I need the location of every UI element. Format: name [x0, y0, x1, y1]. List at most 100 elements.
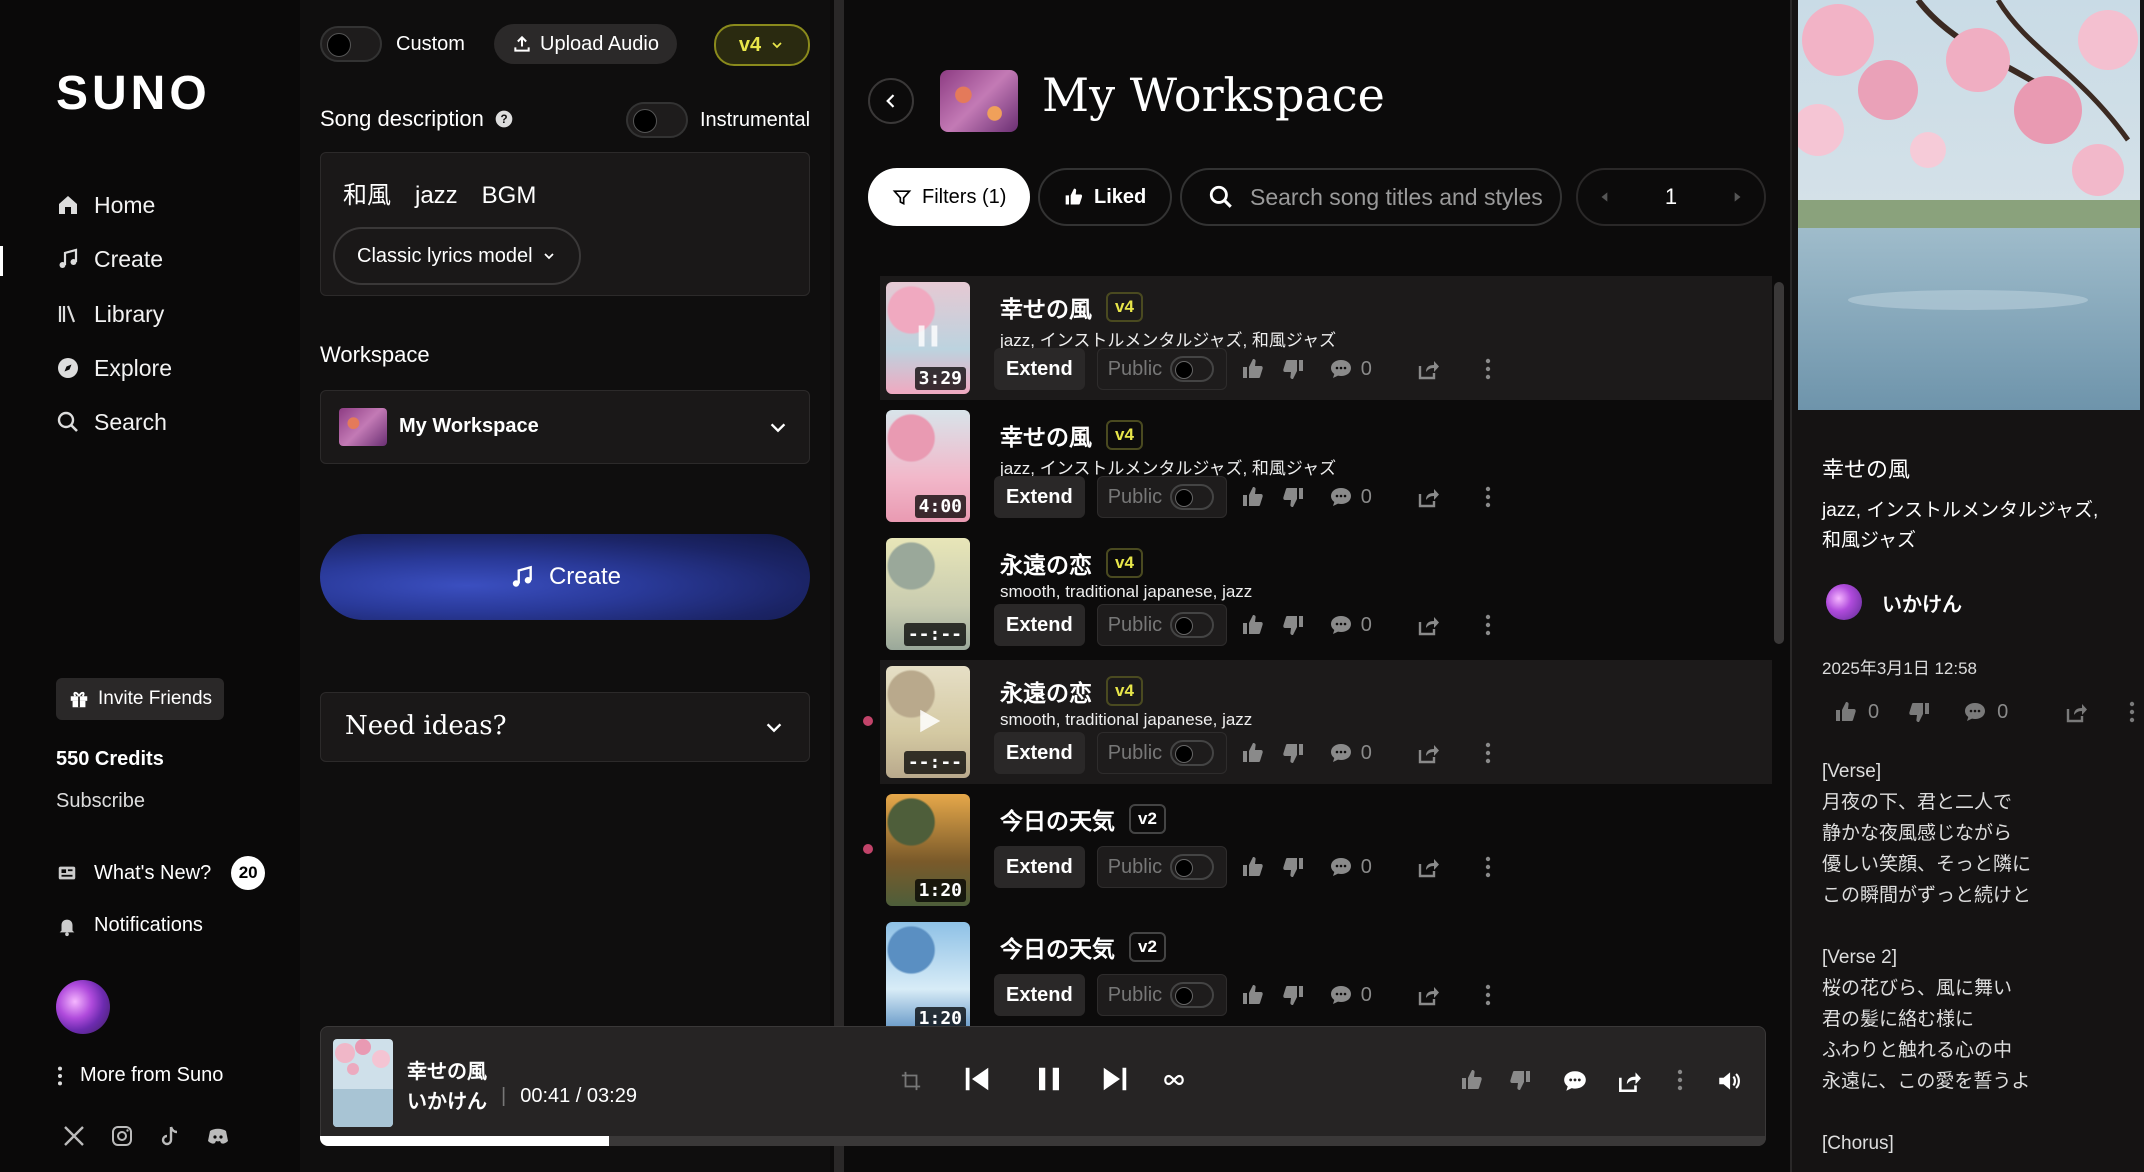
song-row[interactable]: 4:00 幸せの風 v4 jazz, インストルメンタルジャズ, 和風ジャズ E… [880, 404, 1772, 528]
song-title[interactable]: 今日の天気 [1000, 802, 1115, 836]
volume-icon[interactable] [1716, 1068, 1742, 1094]
public-toggle[interactable]: Public [1096, 348, 1227, 390]
player-cover-thumbnail[interactable] [333, 1039, 393, 1127]
lyrics-model-select[interactable]: Classic lyrics model [333, 227, 581, 285]
subscribe-link[interactable]: Subscribe [56, 790, 145, 813]
comment-icon[interactable] [1327, 483, 1355, 511]
loop-icon[interactable] [1162, 1068, 1186, 1092]
share-icon[interactable] [1414, 483, 1442, 511]
song-row[interactable]: --:-- 永遠の恋 v4 smooth, traditional japane… [880, 532, 1772, 656]
player-dislike-icon[interactable] [1508, 1068, 1532, 1092]
dislike-icon[interactable] [1279, 483, 1307, 511]
song-thumbnail[interactable]: --:-- [886, 538, 970, 650]
dislike-icon[interactable] [1279, 739, 1307, 767]
like-icon[interactable] [1239, 981, 1267, 1009]
discord-icon[interactable] [206, 1124, 230, 1148]
comment-icon[interactable] [1327, 355, 1355, 383]
song-list-scrollbar[interactable] [1774, 282, 1784, 644]
extend-button[interactable]: Extend [994, 732, 1085, 774]
detail-dislike-icon[interactable] [1905, 698, 1933, 726]
public-switch[interactable] [1170, 484, 1215, 510]
prev-page-icon[interactable] [1598, 190, 1612, 204]
comment-icon[interactable] [1327, 611, 1355, 639]
public-toggle[interactable]: Public [1096, 732, 1227, 774]
player-share-icon[interactable] [1616, 1068, 1642, 1094]
public-toggle[interactable]: Public [1096, 974, 1227, 1016]
public-switch[interactable] [1170, 854, 1215, 880]
invite-friends-button[interactable]: Invite Friends [56, 678, 225, 720]
panel-resize-handle[interactable] [834, 0, 844, 1172]
dislike-icon[interactable] [1279, 611, 1307, 639]
detail-username[interactable]: いかけん [1882, 588, 1962, 617]
dislike-icon[interactable] [1279, 981, 1307, 1009]
share-icon[interactable] [1414, 981, 1442, 1009]
like-icon[interactable] [1239, 611, 1267, 639]
more-options-icon[interactable] [1474, 853, 1502, 881]
extend-button[interactable]: Extend [994, 974, 1085, 1016]
like-icon[interactable] [1239, 483, 1267, 511]
nav-explore[interactable]: Explore [56, 350, 172, 386]
song-row[interactable]: 1:20 今日の天気 v2 Extend Public 0 [880, 916, 1772, 1040]
detail-comment-icon[interactable] [1961, 698, 1989, 726]
pause-icon[interactable] [1034, 1064, 1064, 1094]
extend-button[interactable]: Extend [994, 846, 1085, 888]
public-switch[interactable] [1170, 356, 1215, 382]
comment-icon[interactable] [1327, 853, 1355, 881]
notifications-button[interactable]: Notifications [56, 914, 203, 937]
song-thumbnail[interactable]: --:-- [886, 666, 970, 778]
more-from-suno-button[interactable]: More from Suno [56, 1064, 223, 1087]
nav-create[interactable]: Create [56, 241, 163, 277]
liked-filter-button[interactable]: Liked [1038, 168, 1173, 226]
suno-logo[interactable]: SUNO [56, 66, 211, 121]
like-icon[interactable] [1239, 355, 1267, 383]
public-toggle[interactable]: Public [1096, 476, 1227, 518]
back-button[interactable] [868, 78, 914, 124]
instagram-icon[interactable] [110, 1124, 134, 1148]
custom-toggle[interactable] [320, 26, 382, 62]
song-thumbnail[interactable]: 1:20 [886, 794, 970, 906]
public-switch[interactable] [1170, 740, 1215, 766]
more-options-icon[interactable] [1474, 981, 1502, 1009]
public-switch[interactable] [1170, 612, 1215, 638]
comment-icon[interactable] [1327, 981, 1355, 1009]
song-tags[interactable]: smooth, traditional japanese, jazz [1000, 710, 1252, 730]
public-switch[interactable] [1170, 982, 1215, 1008]
tiktok-icon[interactable] [158, 1124, 182, 1148]
whats-new-button[interactable]: What's New? 20 [56, 856, 266, 890]
song-thumbnail[interactable]: 1:20 [886, 922, 970, 1034]
instrumental-toggle[interactable] [626, 102, 688, 138]
song-thumbnail[interactable]: 3:29 [886, 282, 970, 394]
version-select[interactable]: v4 [714, 24, 810, 66]
extend-button[interactable]: Extend [994, 476, 1085, 518]
detail-like-icon[interactable] [1832, 698, 1860, 726]
workspace-select[interactable]: My Workspace [320, 390, 810, 464]
song-title[interactable]: 幸せの風 [1000, 418, 1092, 452]
nav-library[interactable]: Library [56, 296, 164, 332]
pause-overlay-icon[interactable] [914, 322, 942, 350]
song-title[interactable]: 今日の天気 [1000, 930, 1115, 964]
detail-share-icon[interactable] [2062, 698, 2090, 726]
share-icon[interactable] [1414, 355, 1442, 383]
player-song-title[interactable]: 幸せの風 [407, 1055, 487, 1084]
play-overlay-icon[interactable] [914, 706, 944, 736]
song-title[interactable]: 幸せの風 [1000, 290, 1092, 324]
previous-track-icon[interactable] [962, 1064, 992, 1094]
nav-home[interactable]: Home [56, 187, 155, 223]
share-icon[interactable] [1414, 853, 1442, 881]
help-icon[interactable]: ? [494, 109, 514, 129]
public-toggle[interactable]: Public [1096, 604, 1227, 646]
public-toggle[interactable]: Public [1096, 846, 1227, 888]
more-options-icon[interactable] [1474, 355, 1502, 383]
detail-more-icon[interactable] [2118, 698, 2144, 726]
filters-button[interactable]: Filters (1) [868, 168, 1031, 226]
song-tags[interactable]: smooth, traditional japanese, jazz [1000, 582, 1252, 602]
extend-button[interactable]: Extend [994, 348, 1085, 390]
share-icon[interactable] [1414, 611, 1442, 639]
more-options-icon[interactable] [1474, 483, 1502, 511]
create-button[interactable]: Create [320, 534, 810, 620]
user-avatar[interactable] [56, 980, 110, 1034]
dislike-icon[interactable] [1279, 355, 1307, 383]
player-like-icon[interactable] [1460, 1068, 1484, 1092]
crop-icon[interactable] [900, 1070, 922, 1092]
detail-user[interactable]: いかけん [1826, 584, 1962, 620]
